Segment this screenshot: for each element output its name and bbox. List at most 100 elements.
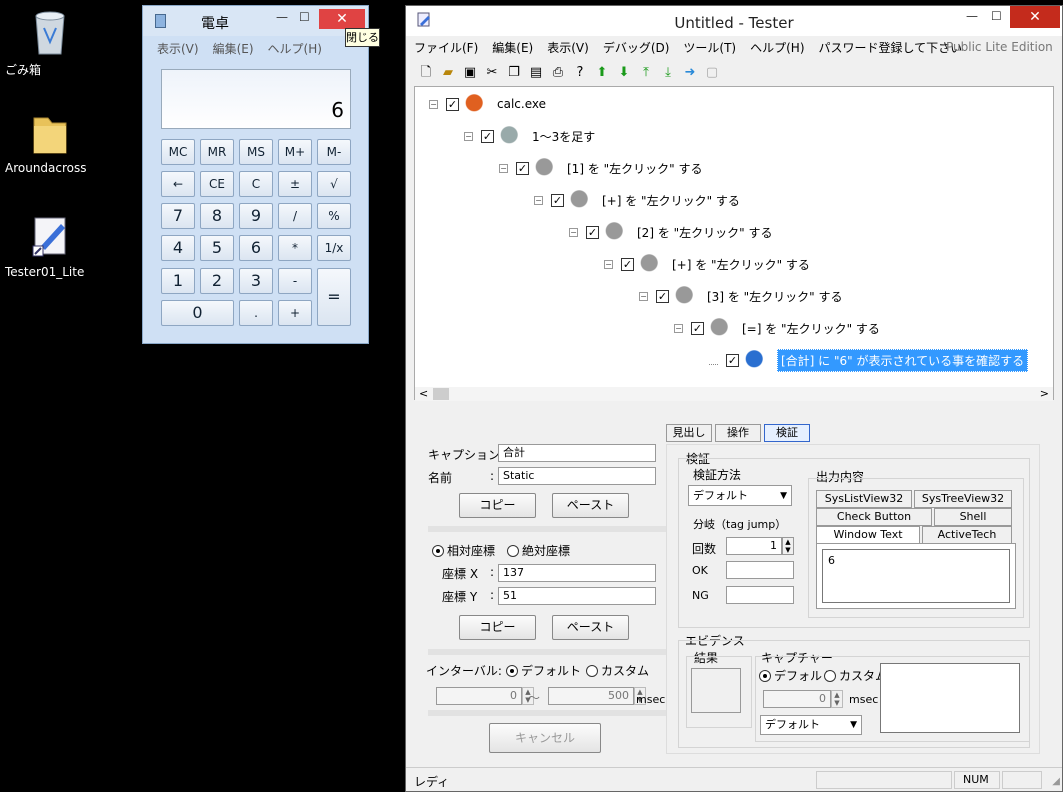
print-icon[interactable]: ⎙	[548, 63, 568, 83]
tab-heading[interactable]: 見出し	[666, 424, 712, 442]
collapse-icon[interactable]: −	[464, 131, 473, 141]
checkbox-icon[interactable]: ✓	[516, 161, 529, 175]
collapse-icon[interactable]: −	[499, 163, 508, 173]
close-button[interactable]: ✕	[1010, 6, 1060, 28]
tree-node[interactable]: − ✓ 1～3を足す	[464, 124, 595, 148]
move-top-icon[interactable]: ⤒	[636, 63, 656, 83]
interval-to-input[interactable]: 500	[548, 687, 634, 705]
count-spinner[interactable]: ▲ ▼	[782, 537, 794, 555]
caption-input[interactable]: 合計	[498, 444, 656, 462]
out-tab-checkbutton[interactable]: Check Button	[816, 508, 932, 526]
calc-key-mem-add[interactable]: M+	[278, 139, 312, 165]
menu-view[interactable]: 表示(V)	[547, 39, 589, 56]
menu-view[interactable]: 表示(V)	[157, 40, 199, 57]
calc-key-mem-sub[interactable]: M-	[317, 139, 351, 165]
move-down-icon[interactable]: ⬇	[614, 63, 634, 83]
tree-node[interactable]: − ✓ [+] を "左クリック" する	[604, 252, 810, 276]
calc-key-subtract[interactable]: -	[278, 268, 312, 294]
script-tree[interactable]: − ✓ calc.exe − ✓ 1～3を足す − ✓ [1] を "左クリック" する − ✓ [+…	[414, 86, 1054, 401]
calc-key-divide[interactable]: /	[278, 203, 312, 229]
calc-key-digit-6[interactable]: 6	[239, 235, 273, 261]
coord-copy-button[interactable]: コピー	[459, 615, 536, 640]
tree-horizontal-scrollbar[interactable]: < >	[415, 387, 1053, 401]
ok-input[interactable]	[726, 561, 794, 579]
menu-edit[interactable]: 編集(E)	[213, 40, 254, 57]
menu-tools[interactable]: ツール(T)	[683, 39, 736, 56]
open-folder-icon[interactable]: ▰	[438, 63, 458, 83]
close-button[interactable]: ✕	[319, 9, 365, 29]
calc-key-digit-8[interactable]: 8	[200, 203, 234, 229]
calc-key-mem-recall[interactable]: MR	[200, 139, 234, 165]
menu-help[interactable]: ヘルプ(H)	[750, 39, 804, 56]
menu-help[interactable]: ヘルプ(H)	[268, 40, 322, 57]
calc-key-digit-2[interactable]: 2	[200, 268, 234, 294]
calc-key-percent[interactable]: %	[317, 203, 351, 229]
minimize-button[interactable]: —	[276, 10, 288, 24]
menu-password[interactable]: パスワード登録して下さい	[819, 39, 963, 56]
minimize-button[interactable]: —	[966, 9, 978, 23]
menu-edit[interactable]: 編集(E)	[492, 39, 533, 56]
tree-node[interactable]: − ✓ [3] を "左クリック" する	[639, 284, 842, 308]
maximize-button[interactable]: ☐	[299, 10, 310, 24]
collapse-icon[interactable]: −	[639, 291, 648, 301]
calc-key-reciprocal[interactable]: 1/x	[317, 235, 351, 261]
coord-paste-button[interactable]: ペースト	[552, 615, 629, 640]
count-input[interactable]: 1	[726, 537, 782, 555]
output-textarea[interactable]: 6	[822, 549, 1010, 603]
interval-custom-radio[interactable]: カスタム	[586, 662, 649, 679]
desktop-icon-tester[interactable]: Tester01_Lite	[5, 212, 95, 279]
tree-node[interactable]: − ✓ calc.exe	[429, 92, 546, 116]
collapse-icon[interactable]: −	[429, 99, 438, 109]
cut-icon[interactable]: ✂	[482, 63, 502, 83]
scroll-thumb[interactable]	[433, 388, 449, 400]
tree-node[interactable]: − ✓ [+] を "左クリック" する	[534, 188, 740, 212]
tree-node[interactable]: − ✓ [1] を "左クリック" する	[499, 156, 702, 180]
ng-input[interactable]	[726, 586, 794, 604]
menu-debug[interactable]: デバッグ(D)	[603, 39, 670, 56]
calc-key-digit-0[interactable]: 0	[161, 300, 234, 326]
calc-key-equals[interactable]: =	[317, 268, 351, 326]
coord-y-input[interactable]: 51	[498, 587, 656, 605]
checkbox-icon[interactable]: ✓	[481, 129, 494, 143]
checkbox-icon[interactable]: ✓	[656, 289, 669, 303]
out-tab-windowtext[interactable]: Window Text	[816, 526, 920, 544]
relative-coords-radio[interactable]: 相対座標	[432, 542, 495, 559]
stop-icon[interactable]: ▢	[702, 63, 722, 83]
collapse-icon[interactable]: −	[534, 195, 543, 205]
checkbox-icon[interactable]: ✓	[586, 225, 599, 239]
checkbox-icon[interactable]: ✓	[446, 97, 459, 111]
paste-icon[interactable]: ▤	[526, 63, 546, 83]
calc-key-digit-1[interactable]: 1	[161, 268, 195, 294]
new-file-icon[interactable]: 🗋	[416, 63, 436, 83]
tab-operation[interactable]: 操作	[715, 424, 761, 442]
copy-button[interactable]: コピー	[459, 493, 536, 518]
move-bottom-icon[interactable]: ⤓	[658, 63, 678, 83]
calc-key-backspace[interactable]: ←	[161, 171, 195, 197]
calc-key-sqrt[interactable]: √	[317, 171, 351, 197]
capture-select[interactable]: デフォルト ▼	[760, 715, 862, 735]
capture-default-radio[interactable]: デフォルト	[759, 667, 834, 684]
desktop-icon-folder[interactable]: Aroundacross	[5, 110, 95, 175]
copy-icon[interactable]: ❐	[504, 63, 524, 83]
calc-key-mem-store[interactable]: MS	[239, 139, 273, 165]
calc-key-digit-9[interactable]: 9	[239, 203, 273, 229]
maximize-button[interactable]: ☐	[991, 9, 1002, 23]
out-tab-systreeview[interactable]: SysTreeView32	[914, 490, 1012, 508]
calculator-titlebar[interactable]: 電卓 — ☐ ✕	[143, 6, 368, 36]
capture-spinner[interactable]: ▲ ▼	[831, 690, 843, 708]
interval-default-radio[interactable]: デフォルト	[506, 662, 581, 679]
scroll-right-icon[interactable]: >	[1040, 387, 1049, 400]
calc-key-add[interactable]: +	[278, 300, 312, 326]
paste-button[interactable]: ペースト	[552, 493, 629, 518]
collapse-icon[interactable]: −	[569, 227, 578, 237]
calc-key-digit-7[interactable]: 7	[161, 203, 195, 229]
calc-key-clear-entry[interactable]: CE	[200, 171, 234, 197]
calc-key-digit-5[interactable]: 5	[200, 235, 234, 261]
out-tab-activetech[interactable]: ActiveTech	[922, 526, 1012, 544]
calc-key-digit-4[interactable]: 4	[161, 235, 195, 261]
interval-from-input[interactable]: 0	[436, 687, 522, 705]
calc-key-mem-clear[interactable]: MC	[161, 139, 195, 165]
tester-titlebar[interactable]: Untitled - Tester — ☐ ✕	[406, 6, 1062, 36]
calc-key-negate[interactable]: ±	[278, 171, 312, 197]
coord-x-input[interactable]: 137	[498, 564, 656, 582]
